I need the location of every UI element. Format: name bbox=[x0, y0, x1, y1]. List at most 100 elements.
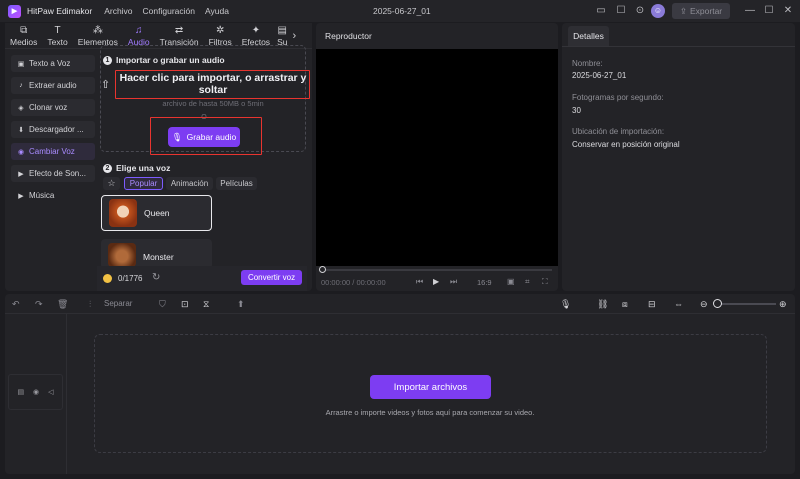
tab-label: Texto bbox=[47, 37, 68, 47]
split-label[interactable]: Separar bbox=[104, 298, 132, 310]
voice-card-queen[interactable]: Queen bbox=[101, 195, 212, 231]
clone-icon: ◈ bbox=[18, 104, 24, 112]
details-panel: Detalles Nombre: 2025-06-27_01 Fotograma… bbox=[562, 23, 795, 291]
record-voice-icon[interactable]: 🎙 bbox=[560, 298, 571, 310]
trim-icon[interactable]: ⧖ bbox=[203, 298, 209, 310]
snapshot-icon[interactable]: ▣ bbox=[507, 277, 515, 286]
name-label: Nombre: bbox=[572, 59, 603, 68]
player-panel: Reproductor 00:00:00 / 00:00:00 ⏮ ▶ ⏭ 16… bbox=[316, 23, 558, 291]
annotation-highlight-record bbox=[150, 117, 262, 155]
voice-section-title: 2 Elige una voz bbox=[103, 163, 170, 173]
timeline-toolbar: ↶ ↷ 🗑 ⫶ Separar ⛉ ⊡ ⧖ ⬆ 🎙 ⛓ ⧈ ⊟ ⇔ ⊖ ⊕ bbox=[5, 294, 795, 314]
extract-icon[interactable]: ⬆ bbox=[237, 298, 245, 310]
import-files-button[interactable]: Importar archivos bbox=[370, 375, 491, 399]
sidebar-item-descargador[interactable]: ⬇ Descargador ... bbox=[11, 121, 95, 138]
menu-ayuda[interactable]: Ayuda bbox=[205, 6, 229, 16]
transition-icon: ⇄ bbox=[174, 25, 184, 36]
favorites-star-icon[interactable]: ☆ bbox=[103, 177, 120, 190]
sidebar-item-label: Clonar voz bbox=[29, 103, 68, 112]
seek-bar[interactable] bbox=[322, 269, 552, 271]
seek-handle[interactable] bbox=[319, 266, 326, 273]
export-label: Exportar bbox=[690, 6, 723, 16]
next-frame-icon[interactable]: ⏭ bbox=[450, 277, 457, 287]
sidebar-item-label: Descargador ... bbox=[29, 125, 84, 134]
sidebar-item-texto-a-voz[interactable]: ▣ Texto a Voz bbox=[11, 55, 95, 72]
shield-icon[interactable]: ⛉ bbox=[159, 298, 166, 310]
text-icon: T bbox=[54, 25, 61, 36]
sidebar-item-label: Efecto de Son... bbox=[29, 169, 86, 178]
menu-configuracion[interactable]: Configuración bbox=[143, 6, 195, 16]
voice-name: Queen bbox=[144, 208, 170, 218]
freeze-icon[interactable]: ⊡ bbox=[181, 298, 189, 310]
project-title: 2025-06-27_01 bbox=[373, 6, 431, 16]
voice-name: Monster bbox=[143, 252, 174, 262]
credits-count: 0/1776 bbox=[118, 274, 143, 283]
close-icon[interactable]: ✕ bbox=[781, 4, 795, 18]
sidebar-item-extraer-audio[interactable]: ♪ Extraer audio bbox=[11, 77, 95, 94]
player-time: 00:00:00 / 00:00:00 bbox=[321, 278, 386, 287]
sidebar-item-efecto-sonido[interactable]: ▶ Efecto de Son... bbox=[11, 165, 95, 182]
snap-icon[interactable]: ⊟ bbox=[648, 298, 656, 310]
title-bar: ▶ HitPaw Edimakor Archivo Configuración … bbox=[0, 0, 800, 22]
magnet-icon[interactable]: ⧈ bbox=[622, 298, 628, 310]
tab-detalles[interactable]: Detalles bbox=[568, 26, 609, 46]
refresh-icon[interactable]: ↻ bbox=[152, 272, 160, 283]
caret-right-icon: ▶ bbox=[18, 170, 24, 178]
download-icon[interactable]: ⊙ bbox=[633, 4, 647, 18]
redo-icon[interactable]: ↷ bbox=[35, 298, 43, 310]
feedback-icon[interactable]: ☐ bbox=[614, 4, 628, 18]
convert-bar: 0/1776 ↻ Convertir voz bbox=[97, 266, 307, 291]
voice-card-monster[interactable]: Monster bbox=[101, 239, 212, 269]
aspect-ratio-select[interactable]: 16:9 bbox=[477, 278, 492, 287]
filter-icon: ✲ bbox=[215, 25, 225, 36]
undo-icon[interactable]: ↶ bbox=[12, 298, 20, 310]
eye-icon[interactable]: ◉ bbox=[33, 388, 39, 396]
split-icon[interactable]: ⫶ bbox=[89, 298, 91, 310]
convert-voice-button[interactable]: Convertir voz bbox=[241, 270, 302, 285]
filter-peliculas[interactable]: Películas bbox=[216, 177, 257, 190]
sidebar-item-musica[interactable]: ▶ Música bbox=[11, 187, 95, 204]
menu-archivo[interactable]: Archivo bbox=[104, 6, 132, 16]
dropzone-size-hint: archivo de hasta 50MB o 5min bbox=[162, 99, 264, 108]
details-divider bbox=[562, 46, 795, 47]
volume-icon[interactable]: ◁ bbox=[48, 388, 53, 396]
zoom-out-icon[interactable]: ⊖ bbox=[700, 298, 708, 310]
prev-frame-icon[interactable]: ⏮ bbox=[416, 277, 423, 287]
zoom-in-icon[interactable]: ⊕ bbox=[779, 298, 787, 310]
tab-texto[interactable]: T Texto bbox=[42, 23, 72, 49]
effects-icon: ✦ bbox=[251, 25, 261, 36]
delete-icon[interactable]: 🗑 bbox=[57, 298, 68, 310]
fps-label: Fotogramas por segundo: bbox=[572, 93, 664, 102]
voice-change-icon: ◉ bbox=[17, 148, 25, 156]
lock-icon[interactable]: ▤ bbox=[17, 388, 24, 396]
audio-icon: ♫ bbox=[135, 25, 143, 36]
sidebar-item-label: Extraer audio bbox=[29, 81, 77, 90]
zoom-slider-handle[interactable] bbox=[713, 299, 722, 308]
maximize-icon[interactable]: ☐ bbox=[762, 4, 776, 18]
fps-value: 30 bbox=[572, 106, 581, 115]
play-icon[interactable]: ▶ bbox=[433, 277, 439, 286]
avatar[interactable]: ☺ bbox=[651, 4, 665, 18]
sidebar-item-cambiar-voz[interactable]: ◉ Cambiar Voz bbox=[11, 143, 95, 160]
video-preview[interactable] bbox=[316, 49, 558, 266]
mic-icon: ♪ bbox=[19, 82, 23, 89]
sidebar-item-label: Música bbox=[29, 191, 55, 200]
crop-icon[interactable]: ⌗ bbox=[525, 277, 530, 287]
tab-medios[interactable]: ⧉ Medios bbox=[5, 23, 42, 49]
minimize-icon[interactable]: — bbox=[743, 4, 757, 18]
export-icon: ⇪ bbox=[679, 5, 687, 16]
tab-label: Medios bbox=[10, 37, 38, 47]
queen-avatar bbox=[109, 199, 137, 227]
fit-icon[interactable]: ⇔ bbox=[674, 298, 683, 310]
layout-icon[interactable]: ▭ bbox=[594, 4, 608, 18]
sidebar-item-clonar-voz[interactable]: ◈ Clonar voz bbox=[11, 99, 95, 116]
upload-icon: ⇧ bbox=[101, 79, 111, 91]
subtitle-icon: ▤ bbox=[277, 25, 287, 36]
filter-popular[interactable]: Popular bbox=[124, 177, 163, 190]
link-icon[interactable]: ⛓ bbox=[597, 298, 608, 310]
fullscreen-icon[interactable]: ⛶ bbox=[542, 277, 548, 287]
filter-animacion[interactable]: Animación bbox=[166, 177, 213, 190]
export-button[interactable]: ⇪ Exportar bbox=[672, 3, 730, 19]
download-icon: ⬇ bbox=[18, 126, 24, 134]
zoom-slider[interactable] bbox=[716, 303, 776, 305]
